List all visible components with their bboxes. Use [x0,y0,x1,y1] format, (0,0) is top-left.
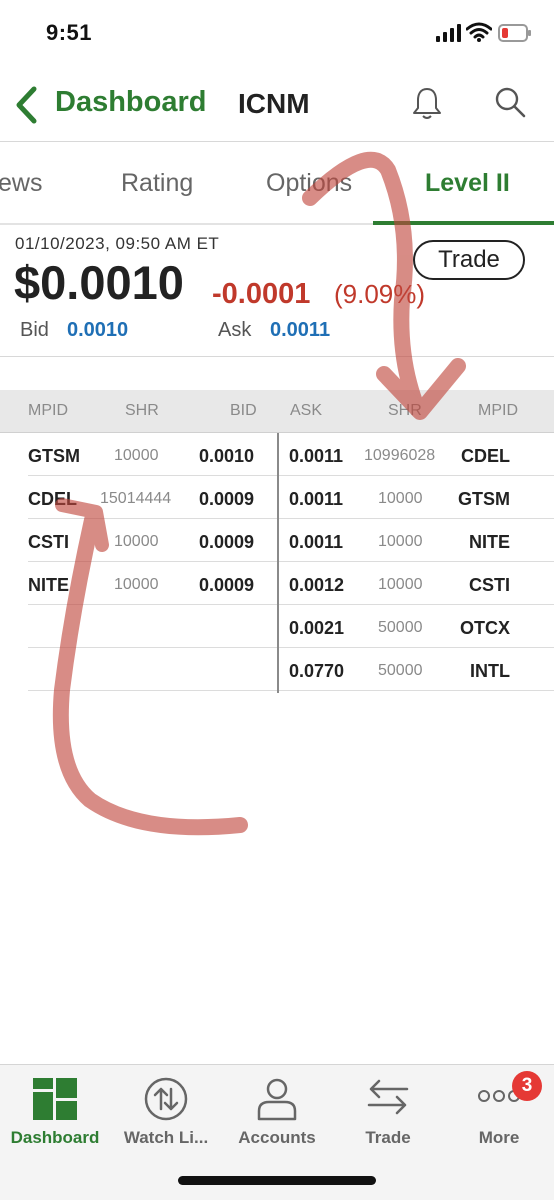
tabbar-label: More [478,1128,520,1147]
ask-shares: 10000 [378,533,423,550]
bid-shares: 10000 [114,447,159,464]
bid-value: 0.0010 [67,319,129,341]
trade-button[interactable]: Trade [413,240,525,280]
section-tabs: ews Rating Options Level II [0,143,554,225]
tab-rating[interactable]: Rating [121,169,193,198]
tabbar-label: Trade [365,1128,411,1147]
ask-shares: 50000 [378,662,423,679]
status-bar: 9:51 [0,0,554,68]
header-ask: ASK [290,402,323,419]
bid-shares: 10000 [114,576,159,593]
header-bid: BID [230,402,257,419]
ask-price: 0.0021 [289,618,345,638]
nav-bar: Dashboard ICNM [0,68,554,142]
ask-row[interactable]: 0.0770 50000 INTL [279,648,554,691]
bid-price: 0.0010 [199,446,255,466]
tab-options[interactable]: Options [266,169,352,198]
search-icon[interactable] [494,86,526,118]
back-chevron-icon[interactable] [14,85,40,125]
swap-arrows-icon [367,1079,409,1115]
ask-row[interactable]: 0.0021 50000 OTCX [279,605,554,648]
bid-price: 0.0009 [199,532,255,552]
ask-mpid: CSTI [469,575,511,595]
home-indicator [178,1176,376,1185]
back-button[interactable]: Dashboard [55,86,206,119]
ask-mpid: GTSM [458,489,510,509]
price-change-percent: (9.09%) [334,279,426,309]
last-price: $0.0010 [14,256,184,309]
bid-mpid: CSTI [28,532,70,552]
tabbar-label: Accounts [238,1128,316,1147]
ask-price: 0.0011 [289,446,344,466]
tabbar-label: Watch Li... [123,1128,209,1147]
wifi-icon [466,22,492,42]
ask-shares: 10000 [378,490,423,507]
ask-price: 0.0770 [289,661,345,681]
bid-price: 0.0009 [199,575,255,595]
ask-mpid: OTCX [460,618,511,638]
tabbar-accounts[interactable]: Accounts [222,1065,332,1155]
status-time: 9:51 [46,20,93,45]
bid-row-empty [28,605,277,648]
ask-row[interactable]: 0.0011 10996028 CDEL [279,433,554,476]
header-mpid-bid: MPID [28,402,68,419]
quote-summary: 01/10/2023, 09:50 AM ET $0.0010 -0.0001 … [0,225,554,357]
ask-shares: 50000 [378,619,423,636]
battery-low-icon [498,24,531,42]
ask-row[interactable]: 0.0011 10000 NITE [279,519,554,562]
ask-price: 0.0011 [289,532,344,552]
tabbar-trade[interactable]: Trade [333,1065,443,1155]
page-title: ICNM [238,88,310,119]
bid-shares: 10000 [114,533,159,550]
tabbar-label: Dashboard [10,1128,100,1147]
bid-mpid: NITE [28,575,70,595]
ask-row[interactable]: 0.0012 10000 CSTI [279,562,554,605]
tabbar-watchlist[interactable]: Watch Li... [111,1065,221,1155]
bid-row[interactable]: GTSM 10000 0.0010 [28,433,277,476]
bid-label: Bid [20,319,49,341]
ask-mpid: CDEL [461,446,510,466]
price-change: -0.0001 [212,278,311,310]
ask-mpid: NITE [469,532,511,552]
bid-row[interactable]: NITE 10000 0.0009 [28,562,277,605]
ask-value: 0.0011 [270,319,331,341]
quote-timestamp: 01/10/2023, 09:50 AM ET [15,234,220,253]
header-mpid-ask: MPID [478,402,518,419]
bid-mpid: GTSM [28,446,80,466]
person-icon [257,1078,297,1121]
cellular-signal-icon [436,24,461,42]
ask-row[interactable]: 0.0011 10000 GTSM [279,476,554,519]
bid-row[interactable]: CDEL 15014444 0.0009 [28,476,277,519]
tab-news[interactable]: ews [0,169,42,198]
level2-header: MPID SHR BID ASK SHR MPID [0,390,554,433]
bid-price: 0.0009 [199,489,255,509]
header-shr-ask: SHR [388,402,422,419]
tab-level-ii[interactable]: Level II [425,169,510,198]
bid-mpid: CDEL [28,489,77,509]
ask-shares: 10000 [378,576,423,593]
header-shr-bid: SHR [125,402,159,419]
bell-icon[interactable] [412,86,442,120]
bid-row-empty [28,648,277,691]
watchlist-arrows-icon [144,1077,188,1121]
dashboard-grid-icon [33,1078,77,1120]
ask-price: 0.0012 [289,575,345,595]
more-notification-badge: 3 [512,1071,542,1101]
bid-shares: 15014444 [100,490,172,507]
bid-row[interactable]: CSTI 10000 0.0009 [28,519,277,562]
ask-mpid: INTL [470,661,510,681]
ask-label: Ask [218,319,252,341]
ask-price: 0.0011 [289,489,344,509]
ask-shares: 10996028 [364,447,436,464]
tabbar-dashboard[interactable]: Dashboard [0,1065,110,1155]
